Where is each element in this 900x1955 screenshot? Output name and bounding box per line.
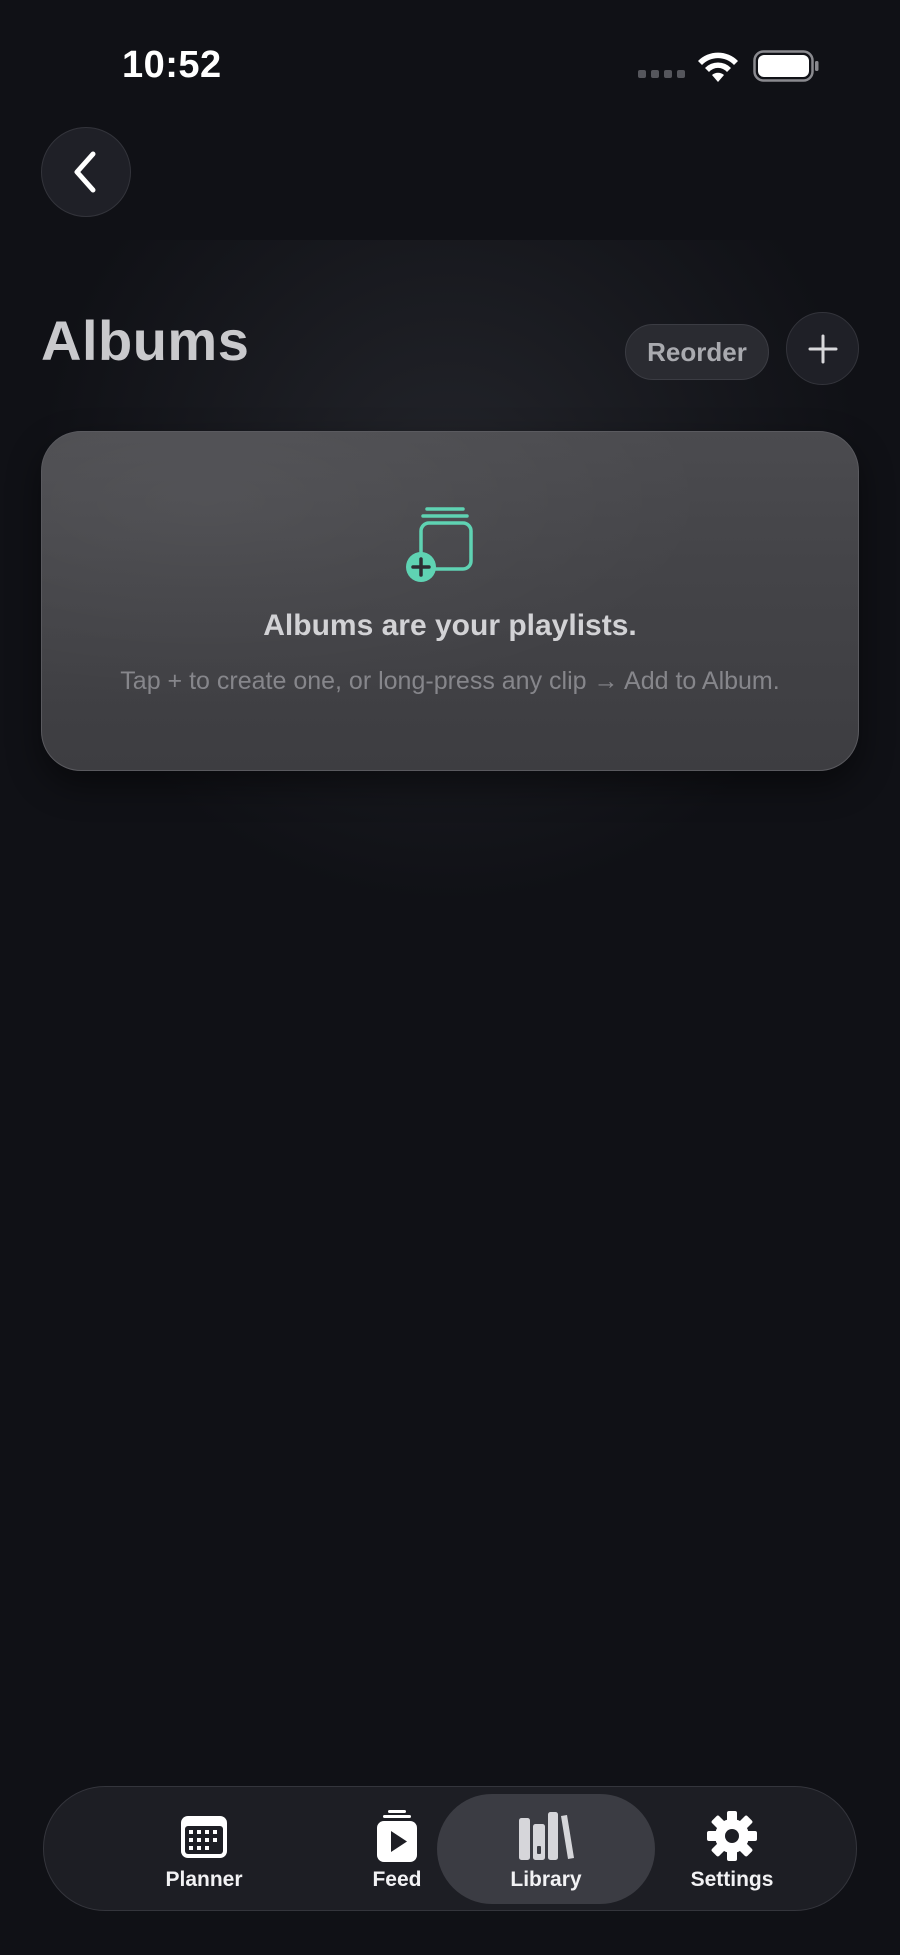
books-icon — [519, 1812, 574, 1860]
play-stack-icon — [377, 1810, 417, 1862]
signal-icon — [638, 70, 685, 78]
tab-settings[interactable]: Settings — [637, 1794, 827, 1904]
add-album-icon — [406, 507, 473, 582]
tab-label: Library — [510, 1868, 582, 1891]
tab-label: Planner — [165, 1868, 243, 1891]
empty-state-title: Albums are your playlists. — [263, 609, 637, 642]
calendar-icon — [181, 1816, 227, 1858]
tab-bar: Planner Feed Library Settings — [43, 1786, 857, 1911]
tab-label: Settings — [690, 1868, 774, 1891]
empty-state-subtitle: Tap + to create one, or long-press any c… — [120, 667, 780, 695]
page-title: Albums — [41, 309, 250, 372]
add-album-button[interactable] — [786, 312, 859, 385]
reorder-button[interactable]: Reorder — [625, 324, 769, 380]
chevron-left-icon — [74, 151, 96, 193]
status-time: 10:52 — [122, 44, 222, 86]
plus-icon — [808, 334, 837, 363]
empty-state-card: Albums are your playlists. Tap + to crea… — [41, 431, 859, 771]
tab-planner[interactable]: Planner — [109, 1794, 299, 1904]
tab-label: Feed — [372, 1868, 422, 1891]
gear-icon — [707, 1811, 757, 1861]
tab-library[interactable]: Library — [437, 1794, 655, 1904]
back-button[interactable] — [41, 127, 131, 217]
wifi-icon — [698, 52, 738, 82]
battery-icon — [753, 50, 819, 82]
